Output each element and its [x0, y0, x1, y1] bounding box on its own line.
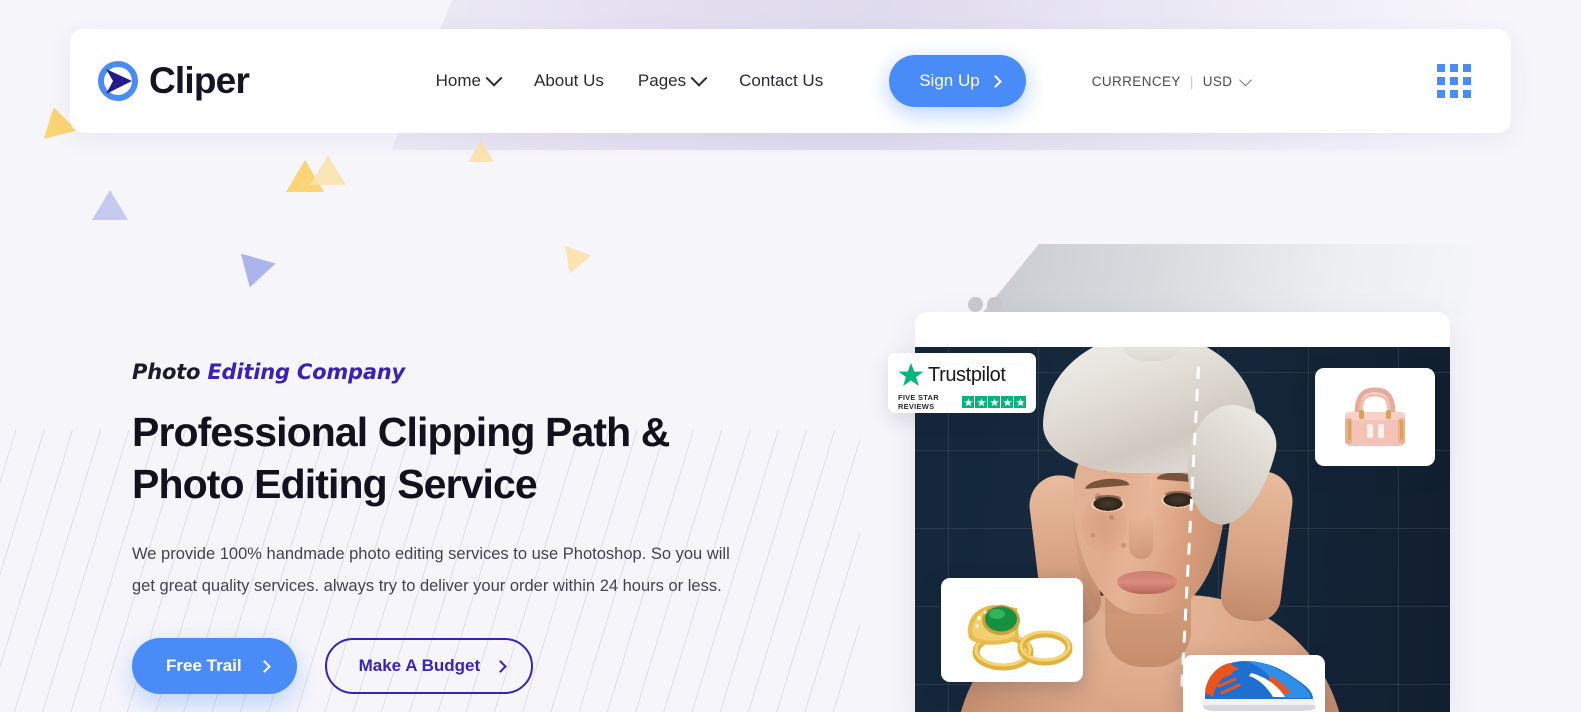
grid-dot: [1463, 77, 1471, 85]
hero-description: We provide 100% handmade photo editing s…: [132, 545, 730, 595]
decor-triangle: [468, 140, 494, 162]
brand-logo[interactable]: Cliper: [98, 60, 250, 102]
trustpilot-star-box: [962, 396, 974, 408]
product-card-handbag[interactable]: [1315, 368, 1435, 466]
hero-eyebrow-accent: Editing Company: [207, 360, 406, 384]
nav-item-about-us[interactable]: About Us: [534, 71, 604, 91]
trustpilot-star-box: [975, 396, 987, 408]
window-dot: [968, 297, 983, 312]
model-blemish: [1091, 533, 1095, 537]
model-eye-left: [1091, 497, 1125, 512]
free-trail-button[interactable]: Free Trail: [132, 638, 297, 694]
free-trail-label: Free Trail: [166, 656, 242, 675]
trustpilot-star-box: [988, 396, 1000, 408]
decor-triangle: [556, 245, 592, 279]
trustpilot-star-box: [1014, 396, 1026, 408]
hero-cta-group: Free Trail Make A Budget: [132, 638, 812, 694]
window-dot: [987, 297, 1002, 312]
sign-up-button[interactable]: Sign Up: [889, 55, 1026, 107]
model-blemish: [1109, 515, 1114, 520]
main-navigation: Home About Us Pages Contact Us Sign Up C…: [435, 55, 1253, 107]
currency-label: CURRENCEY: [1091, 73, 1181, 89]
chevron-down-icon: [690, 69, 708, 87]
nav-item-contact-us[interactable]: Contact Us: [739, 71, 823, 91]
model-lips: [1117, 571, 1177, 594]
trustpilot-star-box: [1001, 396, 1013, 408]
grid-dot: [1437, 64, 1445, 72]
trustpilot-header: Trustpilot: [898, 362, 1026, 388]
brand-name: Cliper: [149, 60, 250, 101]
trustpilot-rating-row: FIVE STAR REVIEWS: [898, 393, 1026, 411]
trustpilot-name: Trustpilot: [928, 363, 1006, 386]
nav-item-home[interactable]: Home: [435, 69, 503, 91]
chevron-right-icon: [257, 659, 271, 673]
pink-handbag-icon: [1345, 387, 1405, 446]
window-dots: [968, 297, 1002, 312]
grid-dot: [1463, 90, 1471, 98]
page-title: Professional Clipping Path & Photo Editi…: [132, 409, 670, 507]
nav-item-label: Contact Us: [739, 71, 824, 90]
grid-dot: [1437, 77, 1445, 85]
nav-item-label: Pages: [637, 71, 687, 90]
model-nose: [1129, 515, 1153, 559]
currency-separator: |: [1189, 73, 1194, 89]
currency-selector[interactable]: CURRENCEY | USD: [1091, 73, 1253, 89]
chevron-right-icon: [988, 74, 1002, 88]
grid-apps-icon[interactable]: [1437, 64, 1471, 98]
blue-running-shoe-icon: [1202, 660, 1315, 711]
grid-dot: [1463, 64, 1471, 72]
model-blemish: [1121, 543, 1126, 548]
make-a-budget-label: Make A Budget: [358, 656, 481, 675]
decorative-gray-slab: [980, 244, 1472, 316]
decor-triangle: [232, 253, 276, 293]
product-card-rings[interactable]: [941, 578, 1083, 682]
chevron-down-icon: [485, 69, 503, 87]
trustpilot-tagline: FIVE STAR REVIEWS: [898, 393, 939, 411]
trustpilot-badge[interactable]: Trustpilot FIVE STAR REVIEWS: [888, 353, 1036, 413]
trustpilot-star-icon: [898, 363, 924, 386]
model-hair-towel: [1043, 347, 1257, 473]
decor-triangle: [92, 190, 128, 220]
hero-eyebrow-plain: Photo: [132, 360, 201, 384]
make-a-budget-button[interactable]: Make A Budget: [324, 638, 534, 694]
browser-title-bar: [915, 312, 1450, 347]
grid-dot: [1450, 90, 1458, 98]
hero-content: Photo Editing Company Professional Clipp…: [132, 360, 812, 694]
gold-emerald-rings-icon: [968, 605, 1073, 671]
decor-triangle: [310, 155, 346, 185]
chevron-down-icon: [1239, 73, 1253, 86]
cliper-play-logo-icon: [98, 61, 138, 101]
trustpilot-stars: [962, 396, 1026, 408]
nav-item-label: About Us: [533, 71, 604, 90]
grid-dot: [1450, 64, 1458, 72]
nav-item-label: Home: [435, 71, 481, 90]
nav-item-pages[interactable]: Pages: [637, 69, 708, 91]
grid-dot: [1450, 77, 1458, 85]
site-header: Cliper Home About Us Pages Contact Us Si…: [70, 29, 1511, 133]
chevron-right-icon: [494, 659, 508, 673]
currency-value: USD: [1202, 73, 1233, 89]
grid-dot: [1437, 90, 1445, 98]
sign-up-label: Sign Up: [919, 71, 980, 90]
product-card-shoe[interactable]: [1183, 655, 1325, 712]
hero-eyebrow: Photo Editing Company: [132, 360, 812, 384]
